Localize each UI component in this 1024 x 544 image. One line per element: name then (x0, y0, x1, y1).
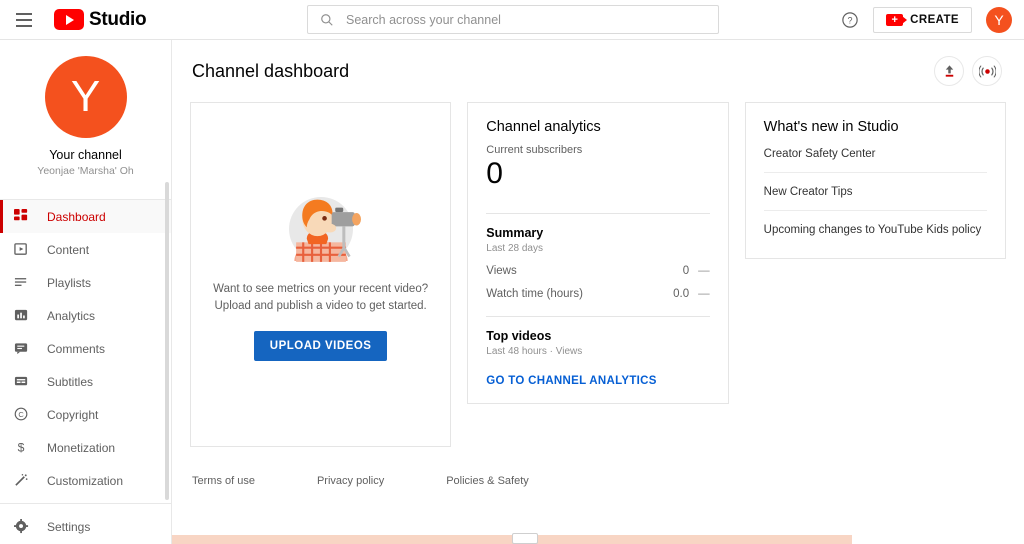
top-videos-subtitle: Last 48 hours · Views (486, 346, 583, 357)
search-icon (320, 13, 334, 27)
footer-link-terms[interactable]: Terms of use (192, 475, 255, 487)
sidebar-item-label: Customization (47, 473, 124, 488)
create-button-label: CREATE (910, 14, 959, 26)
sidebar-item-label: Settings (47, 519, 91, 534)
sidebar-nav-list: Dashboard Content Playlists Analytics Co (0, 199, 171, 544)
sidebar-item-label: Comments (47, 341, 106, 356)
sidebar: Y Your channel Yeonjae 'Marsha' Oh Dashb… (0, 40, 172, 544)
channel-analytics-card: Channel analytics Current subscribers 0 … (467, 102, 729, 404)
studio-brand-logo[interactable]: Studio (54, 8, 147, 31)
dollar-sign-icon: $ (14, 440, 36, 455)
metric-row: Watch time (hours) 0.0 — (486, 288, 709, 300)
channel-avatar[interactable]: Y (44, 56, 127, 138)
sidebar-item-dashboard[interactable]: Dashboard (0, 200, 171, 233)
playlist-lines-icon (14, 275, 36, 290)
sidebar-item-label: Content (47, 242, 90, 257)
go-live-button[interactable] (972, 56, 1002, 86)
page-header: Channel dashboard (172, 40, 1024, 86)
search-input[interactable] (346, 12, 718, 27)
divider (486, 316, 710, 317)
sidebar-item-label: Copyright (47, 407, 99, 422)
channel-name: Yeonjae 'Marsha' Oh (37, 165, 134, 177)
comment-bubble-icon (14, 341, 36, 356)
bar-chart-icon (14, 308, 36, 323)
video-camera-plus-icon: + (886, 14, 908, 26)
sidebar-item-analytics[interactable]: Analytics (0, 299, 171, 332)
svg-text:$: $ (18, 440, 25, 454)
copyright-circle-icon: C (14, 407, 36, 422)
footer-links: Terms of use Privacy policy Policies & S… (172, 447, 1024, 487)
upload-prompt-line-2: Upload and publish a video to get starte… (214, 299, 427, 312)
sidebar-item-label: Monetization (47, 440, 116, 455)
product-name: Studio (89, 8, 147, 30)
metric-label: Views (486, 265, 517, 277)
sidebar-item-playlists[interactable]: Playlists (0, 266, 171, 299)
top-videos-title: Top videos (486, 329, 552, 343)
page-header-actions (934, 56, 1002, 86)
sidebar-item-label: Playlists (47, 275, 92, 290)
create-button[interactable]: + CREATE (873, 7, 972, 33)
search-bar[interactable] (307, 5, 719, 34)
list-item[interactable]: New Creator Tips (763, 173, 988, 211)
footer-link-policies[interactable]: Policies & Safety (446, 475, 529, 487)
main-content: Channel dashboard Want to see metrics on… (172, 40, 1024, 544)
top-bar-actions: ? + CREATE Y (841, 0, 1012, 40)
subtitles-cc-icon (14, 374, 36, 389)
subscribers-label: Current subscribers (486, 144, 583, 156)
upload-prompt-card: Want to see metrics on your recent video… (190, 102, 452, 447)
list-item[interactable]: Upcoming changes to YouTube Kids policy (764, 211, 987, 248)
hamburger-menu-icon[interactable] (12, 8, 36, 32)
youtube-logo-icon (54, 9, 84, 30)
metric-value: 0 (682, 265, 690, 277)
metric-trend: — (698, 265, 710, 277)
sidebar-item-subtitles[interactable]: Subtitles (0, 365, 171, 398)
sidebar-item-customization[interactable]: Customization (0, 464, 171, 497)
sidebar-item-label: Analytics (47, 308, 96, 323)
upload-video-button[interactable] (934, 56, 964, 86)
upload-prompt-line-1: Want to see metrics on your recent video… (213, 282, 429, 295)
sidebar-item-content[interactable]: Content (0, 233, 171, 266)
svg-text:C: C (18, 410, 24, 419)
metric-trend: — (698, 288, 710, 300)
sidebar-item-comments[interactable]: Comments (0, 332, 171, 365)
magic-wand-icon (14, 473, 36, 488)
sidebar-divider (0, 503, 171, 504)
sidebar-item-copyright[interactable]: C Copyright (0, 398, 171, 431)
whats-new-card: What's new in Studio Creator Safety Cent… (744, 102, 1007, 259)
person-filming-camcorder-illustration (288, 196, 361, 262)
channel-identity-block[interactable]: Y Your channel Yeonjae 'Marsha' Oh (0, 40, 171, 189)
video-content-icon (14, 242, 36, 257)
go-to-channel-analytics-link[interactable]: GO TO CHANNEL ANALYTICS (486, 375, 656, 387)
upload-videos-button[interactable]: UPLOAD VIDEOS (253, 330, 388, 361)
avatar[interactable]: Y (986, 7, 1012, 33)
sidebar-item-settings[interactable]: Settings (0, 510, 171, 543)
channel-title: Your channel (49, 148, 122, 162)
dashboard-cards: Want to see metrics on your recent video… (172, 86, 1024, 447)
metric-row: Views 0 — (486, 265, 709, 277)
summary-title: Summary (486, 226, 544, 240)
sidebar-item-label: Subtitles (47, 374, 94, 389)
whats-new-title: What's new in Studio (763, 119, 899, 135)
metric-label: Watch time (hours) (486, 288, 583, 300)
metric-value: 0.0 (673, 288, 690, 300)
top-app-bar: Studio ? + CREATE Y (0, 0, 1024, 40)
page-title: Channel dashboard (192, 60, 350, 81)
sidebar-item-monetization[interactable]: $ Monetization (0, 431, 171, 464)
bottom-banner-button[interactable] (512, 533, 538, 544)
divider (486, 213, 710, 214)
analytics-card-title: Channel analytics (486, 119, 601, 135)
footer-link-privacy[interactable]: Privacy policy (317, 475, 384, 487)
summary-period: Last 28 days (486, 243, 543, 254)
svg-text:?: ? (848, 15, 853, 25)
help-circle-icon[interactable]: ? (841, 11, 859, 29)
subscribers-count: 0 (486, 157, 503, 190)
dashboard-grid-icon (14, 209, 36, 224)
sidebar-scrollbar[interactable] (165, 182, 169, 500)
list-item[interactable]: Creator Safety Center (763, 135, 988, 173)
gear-icon (14, 519, 36, 534)
sidebar-item-label: Dashboard (47, 209, 106, 224)
